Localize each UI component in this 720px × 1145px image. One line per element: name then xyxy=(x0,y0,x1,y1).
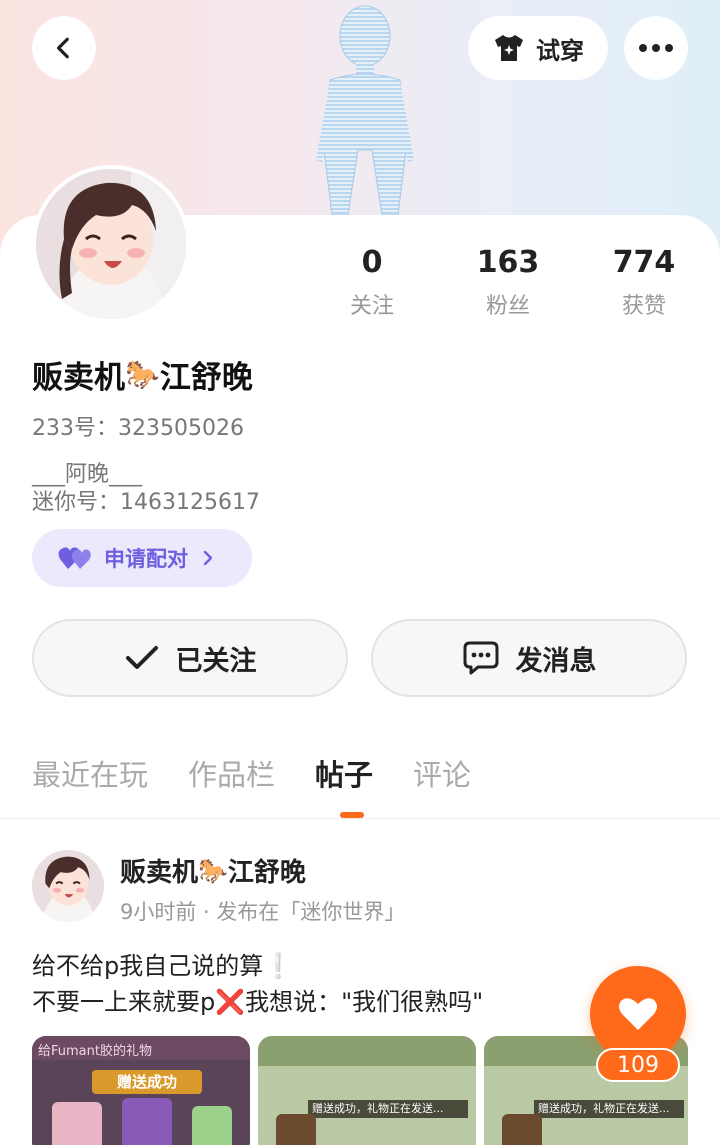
send-message-button[interactable]: 发消息 xyxy=(371,619,687,697)
chevron-left-icon xyxy=(56,37,69,59)
thumb3-character xyxy=(502,1114,542,1145)
thumb2-header xyxy=(258,1036,476,1066)
id-233: 233号：323505026 xyxy=(32,416,244,441)
tab-recent-play[interactable]: 最近在玩 xyxy=(32,752,148,794)
post-line1-text: 给不给p我自己说的算 xyxy=(32,952,264,980)
more-button[interactable] xyxy=(624,16,688,80)
try-on-label: 试穿 xyxy=(536,36,584,65)
more-dots-icon xyxy=(639,44,673,52)
thumb1-top-text: 给Fumant胶的礼物 xyxy=(32,1036,250,1060)
following-label: 关注 xyxy=(349,294,394,319)
post-author-part2: 江舒晚 xyxy=(227,858,306,888)
thumb1-item xyxy=(192,1106,232,1145)
chevron-right-icon xyxy=(203,550,213,566)
profile-avatar[interactable] xyxy=(32,165,190,323)
post-author-part1: 贩卖机 xyxy=(120,858,199,888)
post-line2b-text: 我想说："我们很熟吗" xyxy=(245,988,484,1016)
heart-icon xyxy=(619,998,657,1030)
likes-count: 774 xyxy=(612,245,676,280)
thumb1-caption: 赠送成功 xyxy=(92,1070,202,1094)
apply-pair-label: 申请配对 xyxy=(104,547,188,571)
thumb2-caption: 赠送成功，礼物正在发送... xyxy=(308,1100,468,1118)
thumb3-caption: 赠送成功，礼物正在发送... xyxy=(534,1100,684,1118)
thumb1-character xyxy=(122,1098,172,1145)
tab-works[interactable]: 作品栏 xyxy=(188,752,275,794)
send-message-label: 发消息 xyxy=(515,645,597,677)
tab-posts[interactable]: 帖子 xyxy=(315,752,373,794)
post-line2a-text: 不要一上来就要p xyxy=(32,988,216,1016)
anime-girl-avatar-image xyxy=(36,169,186,319)
likes-label: 获赞 xyxy=(621,294,666,319)
chat-bubble-icon xyxy=(463,641,498,675)
horse-emoji: 🐎 xyxy=(125,358,160,391)
horse-emoji: 🐎 xyxy=(198,856,228,885)
followed-label: 已关注 xyxy=(175,645,257,677)
thumb1-item xyxy=(52,1102,102,1145)
try-on-button[interactable]: 试穿 xyxy=(468,16,608,80)
tabs-divider xyxy=(0,818,720,819)
profile-name: 贩卖机 🐎 江舒晚 xyxy=(32,352,253,397)
post-text-line1: 给不给p我自己说的算❕ xyxy=(32,946,293,981)
check-icon xyxy=(125,646,158,669)
post-image-2[interactable]: 赠送成功，礼物正在发送... xyxy=(258,1036,476,1145)
fans-label: 粉丝 xyxy=(485,294,530,319)
stat-fans[interactable]: 163 粉丝 xyxy=(448,245,568,320)
followed-button[interactable]: 已关注 xyxy=(32,619,348,697)
apply-pair-button[interactable]: 申请配对 xyxy=(32,529,252,587)
post-image-1[interactable]: 给Fumant胶的礼物 赠送成功 xyxy=(32,1036,250,1145)
stat-likes[interactable]: 774 获赞 xyxy=(584,245,704,320)
post-author-name[interactable]: 贩卖机 🐎 江舒晚 xyxy=(120,852,306,889)
post-timestamp: 9小时前 · 发布在「迷你世界」 xyxy=(120,900,406,924)
exclamation-emoji: ❕ xyxy=(263,952,294,980)
fans-count: 163 xyxy=(476,245,540,280)
thumb2-character xyxy=(276,1114,316,1145)
tshirt-icon xyxy=(495,35,523,61)
profile-name-part1: 贩卖机 xyxy=(32,360,125,396)
back-button[interactable] xyxy=(32,16,96,80)
anime-girl-avatar-image xyxy=(32,850,104,922)
mini-id: 迷你号：1463125617 xyxy=(32,490,260,515)
profile-name-part2: 江舒晚 xyxy=(159,360,253,396)
cross-emoji: ❌ xyxy=(215,988,246,1016)
like-count-badge: 109 xyxy=(596,1048,680,1082)
avatar-3d-figure xyxy=(316,5,414,216)
post-author-avatar[interactable] xyxy=(32,850,104,922)
profile-tabs: 最近在玩 作品栏 帖子 评论 xyxy=(32,752,471,794)
post-text-line2: 不要一上来就要p❌我想说："我们很熟吗" xyxy=(32,982,483,1017)
tab-comments[interactable]: 评论 xyxy=(413,752,471,794)
double-heart-icon xyxy=(58,547,91,569)
following-count: 0 xyxy=(361,245,383,280)
stat-following[interactable]: 0 关注 xyxy=(312,245,432,320)
